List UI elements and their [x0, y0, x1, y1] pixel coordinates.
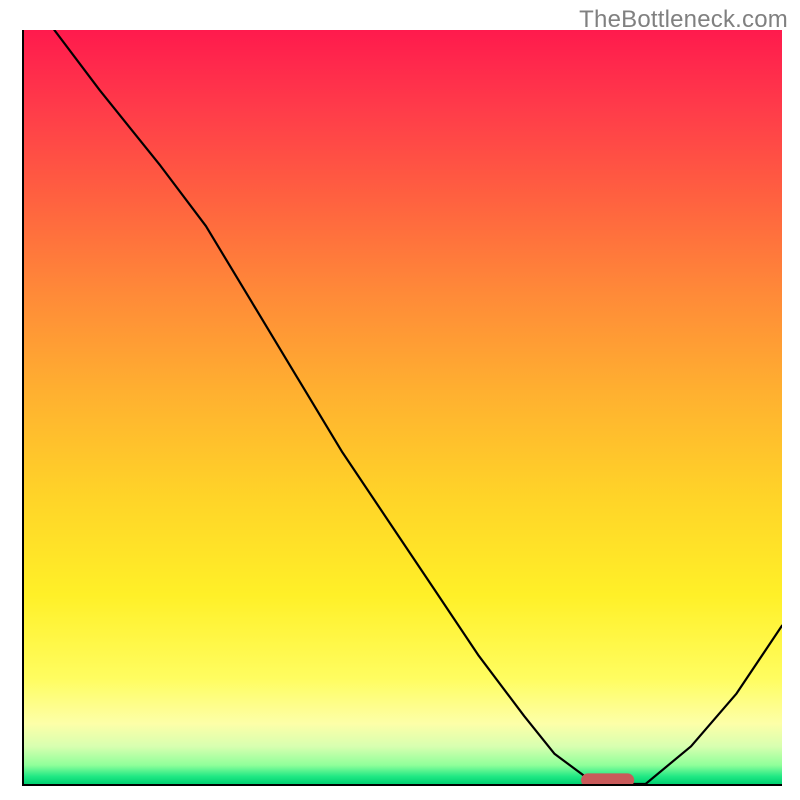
plot-area — [22, 30, 782, 786]
curve-layer — [24, 30, 782, 784]
bottleneck-curve — [54, 30, 782, 784]
chart-stage: TheBottleneck.com — [0, 0, 800, 800]
optimal-marker — [581, 773, 634, 784]
